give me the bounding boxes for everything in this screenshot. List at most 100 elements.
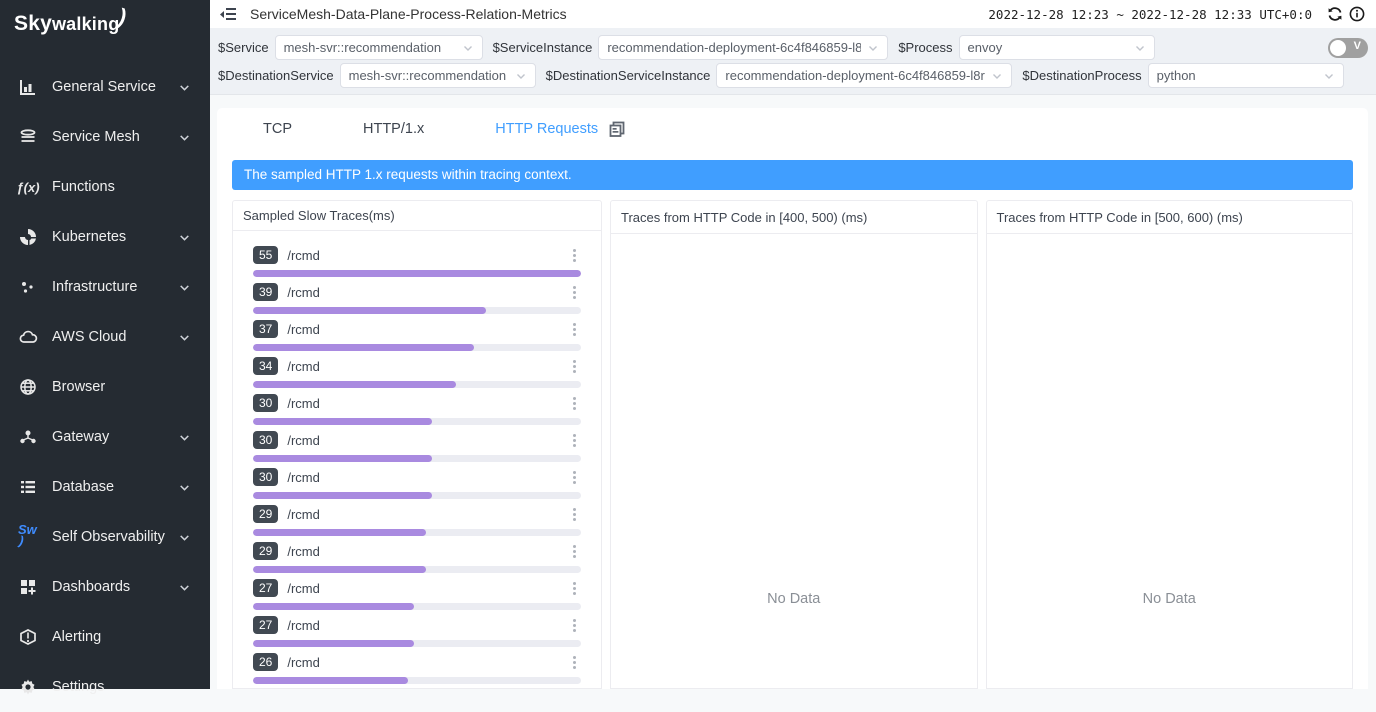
chevron-down-icon	[178, 231, 192, 244]
trace-row: 30/rcmd	[253, 392, 581, 429]
trace-duration-badge[interactable]: 30	[253, 468, 278, 486]
trace-bar-track	[253, 381, 581, 388]
trace-endpoint-label[interactable]: /rcmd	[287, 507, 567, 522]
refresh-icon[interactable]	[1326, 5, 1344, 23]
chevron-down-icon	[178, 331, 192, 344]
filter-group-serviceinstance: $ServiceInstancerecommendation-deploymen…	[493, 35, 889, 60]
sidebar-item-functions[interactable]: ƒ(x)Functions	[0, 162, 210, 212]
sidebar-item-dashboards[interactable]: Dashboards	[0, 562, 210, 612]
trace-endpoint-label[interactable]: /rcmd	[287, 396, 567, 411]
kebab-menu-icon[interactable]	[567, 543, 581, 560]
chevron-down-icon	[178, 131, 192, 144]
filter-group-process: $Processenvoy	[898, 35, 1154, 60]
trace-endpoint-label[interactable]: /rcmd	[287, 655, 567, 670]
trace-endpoint-label[interactable]: /rcmd	[287, 581, 567, 596]
trace-duration-badge[interactable]: 37	[253, 320, 278, 338]
trace-endpoint-label[interactable]: /rcmd	[287, 359, 567, 374]
trace-duration-badge[interactable]: 34	[253, 357, 278, 375]
sidebar-item-alerting[interactable]: Alerting	[0, 612, 210, 662]
service-select[interactable]: mesh-svr::recommendation	[275, 35, 483, 60]
filter-row-1: $Service mesh-svr::recommendation $Service…	[218, 35, 1368, 60]
trace-bar-track	[253, 566, 581, 573]
tab-http-requests[interactable]: HTTP Requests	[495, 121, 598, 137]
destinationserviceinstance-select[interactable]: recommendation-deployment-6c4f846859-l8r…	[716, 63, 1012, 88]
collapse-sidebar-icon[interactable]	[220, 5, 238, 23]
kebab-menu-icon[interactable]	[567, 432, 581, 449]
trace-duration-badge[interactable]: 30	[253, 431, 278, 449]
sidebar-item-infrastructure[interactable]: Infrastructure	[0, 262, 210, 312]
variables-toggle[interactable]: V	[1328, 38, 1368, 58]
sidebar-item-aws-cloud[interactable]: AWS Cloud	[0, 312, 210, 362]
trace-bar-fill	[253, 270, 581, 277]
chevron-down-icon	[178, 81, 192, 94]
trace-endpoint-label[interactable]: /rcmd	[287, 470, 567, 485]
trace-endpoint-label[interactable]: /rcmd	[287, 248, 567, 263]
info-icon[interactable]	[1348, 5, 1366, 23]
sidebar-item-self-observability[interactable]: Sw﻿)Self Observability	[0, 512, 210, 562]
kebab-menu-icon[interactable]	[567, 395, 581, 412]
select-value: recommendation-deployment-6c4f846859-l8r…	[607, 40, 861, 55]
process-select[interactable]: envoy	[959, 35, 1155, 60]
kebab-menu-icon[interactable]	[567, 617, 581, 634]
select-value: envoy	[968, 40, 1128, 55]
trace-row: 27/rcmd	[253, 614, 581, 651]
trace-endpoint-label[interactable]: /rcmd	[287, 618, 567, 633]
trace-bar-fill	[253, 344, 474, 351]
trace-bar-track	[253, 640, 581, 647]
sidebar-item-database[interactable]: Database	[0, 462, 210, 512]
sidebar-item-general-service[interactable]: General Service	[0, 62, 210, 112]
kebab-menu-icon[interactable]	[567, 321, 581, 338]
sidebar-item-label: Dashboards	[52, 579, 178, 595]
kebab-menu-icon[interactable]	[567, 506, 581, 523]
no-data-text: No Data	[611, 591, 977, 607]
kubernetes-icon	[18, 227, 38, 247]
trace-duration-badge[interactable]: 30	[253, 394, 278, 412]
skywalking-logo[interactable]: Skywalking)	[0, 0, 210, 36]
toggle-label: V	[1354, 40, 1361, 52]
kebab-menu-icon[interactable]	[567, 469, 581, 486]
sidebar-item-service-mesh[interactable]: Service Mesh	[0, 112, 210, 162]
trace-endpoint-label[interactable]: /rcmd	[287, 285, 567, 300]
trace-row: 34/rcmd	[253, 355, 581, 392]
sidebar-item-gateway[interactable]: Gateway	[0, 412, 210, 462]
main-area: ServiceMesh-Data-Plane-Process-Relation-…	[210, 0, 1376, 689]
filter-label: $Service	[218, 40, 269, 55]
chevron-down-icon	[991, 70, 1003, 82]
sidebar: Skywalking) General ServiceService Meshƒ…	[0, 0, 210, 689]
trace-row-top: 27/rcmd	[253, 614, 581, 636]
kebab-menu-icon[interactable]	[567, 580, 581, 597]
trace-duration-badge[interactable]: 29	[253, 505, 278, 523]
chevron-down-icon	[178, 481, 192, 494]
trace-bar-track	[253, 418, 581, 425]
trace-duration-badge[interactable]: 29	[253, 542, 278, 560]
trace-duration-badge[interactable]: 27	[253, 579, 278, 597]
logo-walking: walking	[52, 14, 119, 34]
serviceinstance-select[interactable]: recommendation-deployment-6c4f846859-l8r…	[598, 35, 888, 60]
trace-bar-fill	[253, 677, 408, 684]
trace-endpoint-label[interactable]: /rcmd	[287, 544, 567, 559]
trace-row-top: 34/rcmd	[253, 355, 581, 377]
sidebar-item-kubernetes[interactable]: Kubernetes	[0, 212, 210, 262]
kebab-menu-icon[interactable]	[567, 654, 581, 671]
trace-endpoint-label[interactable]: /rcmd	[287, 433, 567, 448]
sidebar-item-browser[interactable]: Browser	[0, 362, 210, 412]
tab-http-1-x[interactable]: HTTP/1.x	[363, 121, 424, 137]
trace-duration-badge[interactable]: 55	[253, 246, 278, 264]
sidebar-item-settings[interactable]: Settings	[0, 662, 210, 712]
kebab-menu-icon[interactable]	[567, 284, 581, 301]
trace-duration-badge[interactable]: 39	[253, 283, 278, 301]
filter-label: $DestinationService	[218, 68, 334, 83]
kebab-menu-icon[interactable]	[567, 247, 581, 264]
time-range-picker[interactable]: 2022-12-28 12:23 ~ 2022-12-28 12:33 UTC+…	[988, 7, 1312, 22]
sidebar-item-label: Alerting	[52, 629, 192, 645]
copy-tab-link-icon[interactable]	[608, 119, 628, 139]
trace-endpoint-label[interactable]: /rcmd	[287, 322, 567, 337]
chevron-down-icon	[178, 581, 192, 594]
destinationservice-select[interactable]: mesh-svr::recommendation	[340, 63, 536, 88]
kebab-menu-icon[interactable]	[567, 358, 581, 375]
trace-duration-badge[interactable]: 26	[253, 653, 278, 671]
trace-duration-badge[interactable]: 27	[253, 616, 278, 634]
destinationprocess-select[interactable]: python	[1148, 63, 1344, 88]
trace-bar-fill	[253, 566, 426, 573]
tab-tcp[interactable]: TCP	[263, 121, 292, 137]
